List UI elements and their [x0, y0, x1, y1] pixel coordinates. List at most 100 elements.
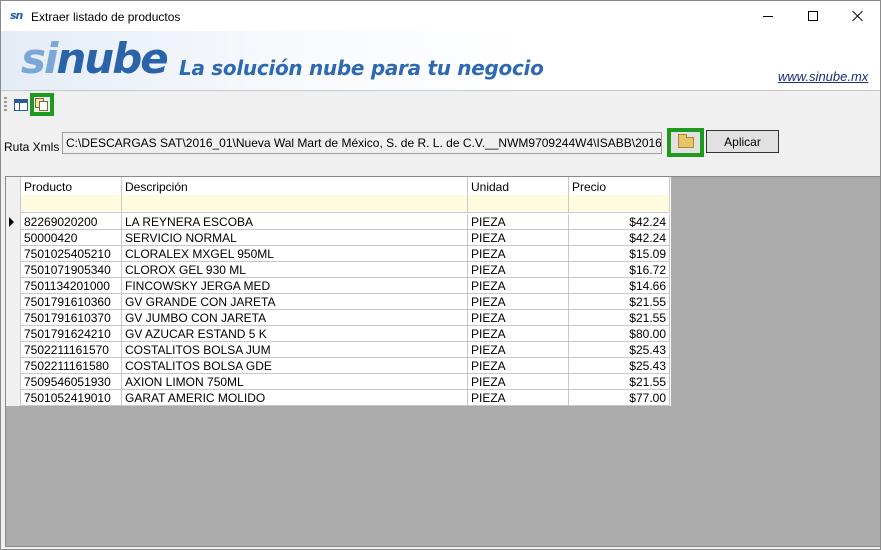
cell-producto[interactable]: 7509546051930 [21, 374, 122, 390]
column-label: Unidad [471, 180, 510, 194]
column-header-producto[interactable]: Producto [21, 177, 122, 213]
cell-producto[interactable]: 82269020200 [21, 214, 122, 230]
window-title: Extraer listado de productos [31, 10, 181, 24]
cell-precio[interactable]: $14.66 [569, 278, 670, 294]
table-row[interactable]: 7502211161570 COSTALITOS BOLSA JUM PIEZA $2… [21, 342, 670, 358]
filter-cell[interactable] [122, 195, 467, 211]
cell-precio[interactable]: $80.00 [569, 326, 670, 342]
cell-descripcion[interactable]: GV JUMBO CON JARETA [122, 310, 468, 326]
cell-descripcion[interactable]: COSTALITOS BOLSA GDE [122, 358, 468, 374]
products-grid-area: Producto Descripción Unidad Precio 82269… [5, 176, 881, 547]
table-row[interactable]: 7501791610360 GV GRANDE CON JARETA PIEZA $2… [21, 294, 670, 310]
cell-unidad[interactable]: PIEZA [468, 390, 569, 406]
filter-cell[interactable] [569, 195, 669, 211]
cell-descripcion[interactable]: GV AZUCAR ESTAND 5 K [122, 326, 468, 342]
logo-part2: nube [56, 34, 168, 83]
table-row[interactable]: 50000420 SERVICIO NORMAL PIEZA $42.24 [21, 230, 670, 246]
cell-descripcion[interactable]: FINCOWSKY JERGA MED [122, 278, 468, 294]
column-headers: Producto Descripción Unidad Precio [21, 177, 670, 213]
table-row[interactable]: 7502211161580 COSTALITOS BOLSA GDE PIEZA $2… [21, 358, 670, 374]
table-row[interactable]: 7501134201000 FINCOWSKY JERGA MED PIEZA $14… [21, 278, 670, 294]
cell-precio[interactable]: $77.00 [569, 390, 670, 406]
browse-folder-button[interactable] [667, 128, 704, 157]
cell-precio[interactable]: $21.55 [569, 294, 670, 310]
filter-cell[interactable] [21, 195, 121, 211]
close-button[interactable] [835, 1, 881, 31]
cell-producto[interactable]: 50000420 [21, 230, 122, 246]
cell-producto[interactable]: 7501791610360 [21, 294, 122, 310]
cell-producto[interactable]: 7501791624210 [21, 326, 122, 342]
close-icon [852, 10, 864, 22]
cell-producto[interactable]: 7501071905340 [21, 262, 122, 278]
column-label: Producto [24, 180, 73, 194]
copy-button[interactable] [30, 93, 54, 116]
cell-precio[interactable]: $16.72 [569, 262, 670, 278]
app-window: sn Extraer listado de productos sinube L… [0, 0, 881, 550]
cell-unidad[interactable]: PIEZA [468, 374, 569, 390]
cell-unidad[interactable]: PIEZA [468, 262, 569, 278]
column-header-precio[interactable]: Precio [569, 177, 670, 213]
maximize-icon [808, 11, 818, 21]
grid-icon [14, 98, 28, 111]
cell-producto[interactable]: 7501791610370 [21, 310, 122, 326]
cell-unidad[interactable]: PIEZA [468, 230, 569, 246]
path-input[interactable]: C:\DESCARGAS SAT\2016_01\Nueva Wal Mart … [62, 132, 662, 154]
cell-descripcion[interactable]: LA REYNERA ESCOBA [122, 214, 468, 230]
column-label: Precio [572, 180, 607, 194]
header-banner: sinube La solución nube para tu negocio … [1, 31, 880, 91]
minimize-button[interactable] [745, 1, 791, 31]
cell-descripcion[interactable]: GV GRANDE CON JARETA [122, 294, 468, 310]
cell-descripcion[interactable]: SERVICIO NORMAL [122, 230, 468, 246]
cell-unidad[interactable]: PIEZA [468, 294, 569, 310]
table-body: 82269020200 LA REYNERA ESCOBA PIEZA $42.24 … [21, 214, 670, 406]
cell-precio[interactable]: $42.24 [569, 230, 670, 246]
table-row[interactable]: 7501052419010 GARAT AMERIC MOLIDO PIEZA $77… [21, 390, 670, 406]
copy-icon [35, 98, 49, 111]
table-row[interactable]: 82269020200 LA REYNERA ESCOBA PIEZA $42.24 [21, 214, 670, 230]
tagline: La solución nube para tu negocio [179, 56, 544, 80]
apply-button[interactable]: Aplicar [706, 130, 779, 153]
cell-descripcion[interactable]: CLORALEX MXGEL 950ML [122, 246, 468, 262]
table-row[interactable]: 7501025405210 CLORALEX MXGEL 950ML PIEZA $1… [21, 246, 670, 262]
toolbar-grip[interactable] [4, 97, 7, 112]
title-bar[interactable]: sn Extraer listado de productos [1, 1, 880, 31]
cell-precio[interactable]: $25.43 [569, 342, 670, 358]
cell-precio[interactable]: $25.43 [569, 358, 670, 374]
cell-producto[interactable]: 7502211161580 [21, 358, 122, 374]
cell-unidad[interactable]: PIEZA [468, 278, 569, 294]
table-row[interactable]: 7501071905340 CLOROX GEL 930 ML PIEZA $16.7… [21, 262, 670, 278]
cell-unidad[interactable]: PIEZA [468, 310, 569, 326]
table-row[interactable]: 7501791624210 GV AZUCAR ESTAND 5 K PIEZA $8… [21, 326, 670, 342]
cell-precio[interactable]: $21.55 [569, 374, 670, 390]
table-row[interactable]: 7501791610370 GV JUMBO CON JARETA PIEZA $21… [21, 310, 670, 326]
products-grid[interactable]: Producto Descripción Unidad Precio 82269… [6, 177, 671, 406]
app-icon: sn [10, 9, 23, 22]
cell-descripcion[interactable]: CLOROX GEL 930 ML [122, 262, 468, 278]
logo-part1: si [21, 34, 58, 83]
cell-precio[interactable]: $42.24 [569, 214, 670, 230]
current-row-arrow-icon [9, 217, 14, 227]
path-label: Ruta Xmls [4, 140, 60, 154]
cell-unidad[interactable]: PIEZA [468, 358, 569, 374]
cell-descripcion[interactable]: AXION LIMON 750ML [122, 374, 468, 390]
website-link[interactable]: www.sinube.mx [778, 69, 868, 84]
column-header-descripcion[interactable]: Descripción [122, 177, 468, 213]
maximize-button[interactable] [790, 1, 836, 31]
cell-precio[interactable]: $15.09 [569, 246, 670, 262]
cell-unidad[interactable]: PIEZA [468, 326, 569, 342]
filter-cell[interactable] [468, 195, 568, 211]
cell-precio[interactable]: $21.55 [569, 310, 670, 326]
toolbar [1, 92, 880, 117]
cell-unidad[interactable]: PIEZA [468, 214, 569, 230]
cell-descripcion[interactable]: COSTALITOS BOLSA JUM [122, 342, 468, 358]
cell-producto[interactable]: 7502211161570 [21, 342, 122, 358]
cell-unidad[interactable]: PIEZA [468, 342, 569, 358]
cell-descripcion[interactable]: GARAT AMERIC MOLIDO [122, 390, 468, 406]
sinube-logo: sinube [21, 34, 169, 83]
table-row[interactable]: 7509546051930 AXION LIMON 750ML PIEZA $21.5… [21, 374, 670, 390]
cell-producto[interactable]: 7501025405210 [21, 246, 122, 262]
cell-producto[interactable]: 7501134201000 [21, 278, 122, 294]
column-header-unidad[interactable]: Unidad [468, 177, 569, 213]
cell-unidad[interactable]: PIEZA [468, 246, 569, 262]
cell-producto[interactable]: 7501052419010 [21, 390, 122, 406]
